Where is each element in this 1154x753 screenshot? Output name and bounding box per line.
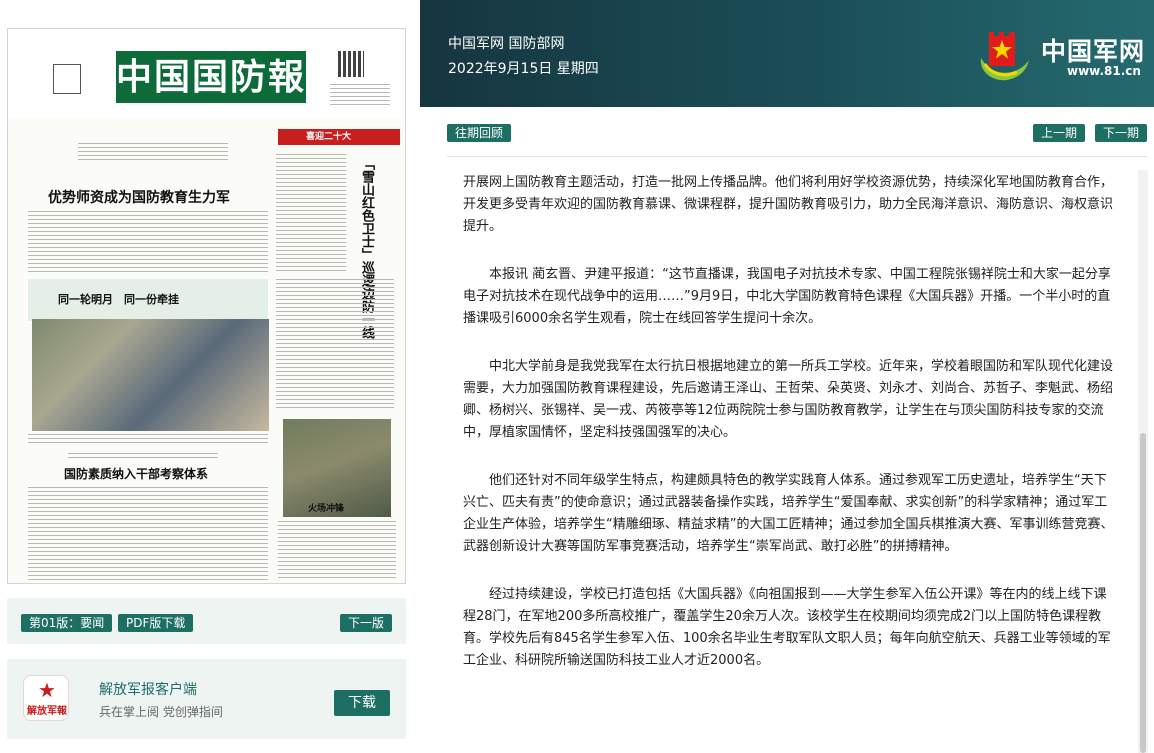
left-column: 中国国防報 优势师资成为国防教育生力军 喜迎二十大 「雪山红色卫士」巡逻边防一线… [0,0,420,753]
current-date: 2022年9月15日 星期四 [448,61,599,77]
site-header: 中国军网 国防部网 2022年9月15日 星期四 中国军网 www.81.cn [420,0,1154,107]
app-name-link[interactable]: 解放军报客户端 [99,679,197,699]
app-logo-text: 解放军報 [27,706,67,717]
newspaper-band-title: 同一轮明月 同一份牵挂 [58,293,179,306]
newspaper-bottom-headline: 国防素质纳入干部考察体系 [64,467,209,481]
site-name[interactable]: 中国军网 国防部网 [448,33,564,53]
article-body: 开展网上国防教育主题活动，打造一批网上传播品牌。他们将利用好学校资源优势，持续深… [447,166,1131,753]
newspaper-main-headline: 优势师资成为国防教育生力军 [48,190,230,206]
newspaper-text-column [276,154,346,272]
article-paragraph: 他们还针对不同年级学生特点，构建颇具特色的教学实践育人体系。通过参观军工历史遗址… [463,473,1114,554]
edition-button[interactable]: 第01版：要闻 [21,614,113,632]
81-star-emblem-icon [980,32,1029,81]
newspaper-photo-caption: 火场冲锋 [308,504,345,514]
newspaper-photo-caption-text [28,434,268,446]
newspaper-text-column [28,211,268,273]
newspaper-date-box [53,64,81,94]
newspaper-subheadline [68,453,218,461]
star-icon: ★ [38,678,56,702]
qr-code-icon [338,51,364,77]
pla-daily-app-icon[interactable]: ★ 解放军報 [23,675,69,721]
page: 中国国防報 优势师资成为国防教育生力军 喜迎二十大 「雪山红色卫士」巡逻边防一线… [0,0,1154,753]
article-paragraph: 开展网上国防教育主题活动，打造一批网上传播品牌。他们将利用好学校资源优势，持续深… [463,175,1114,234]
newspaper-issue-info [330,84,390,108]
app-description: 兵在掌上阅 党创弹指间 [99,705,223,719]
newspaper-photo [32,319,269,431]
logo-url: www.81.cn [1067,64,1141,78]
article-paragraph: 中北大学前身是我党我军在太行抗日根据地建立的第一所兵工学校。近年来，学校着眼国防… [463,359,1114,440]
newspaper-front-page-thumbnail[interactable]: 中国国防報 优势师资成为国防教育生力军 喜迎二十大 「雪山红色卫士」巡逻边防一线… [7,28,406,584]
newspaper-subheadline [78,143,228,161]
newspaper-red-banner: 喜迎二十大 [278,129,400,145]
newspaper-text-column [276,279,394,411]
prev-issue-button[interactable]: 上一期 [1033,124,1086,142]
scrollbar-thumb[interactable] [1140,433,1146,753]
pdf-download-button[interactable]: PDF版下载 [118,614,194,632]
next-edition-button[interactable]: 下一版 [340,614,393,632]
edition-nav-bar: 第01版：要闻 PDF版下载 下一版 [7,598,406,644]
article-paragraph: 本报讯 蔺玄晋、尹建平报道：“这节直播课，我国电子对抗技术专家、中国工程院张锡祥… [463,267,1111,326]
newspaper-title: 中国国防報 [116,51,306,103]
divider [447,156,1147,157]
issue-nav: 往期回顾 上一期 下一期 [447,124,1148,146]
archive-button[interactable]: 往期回顾 [447,124,512,142]
newspaper-text-column [28,487,268,581]
next-issue-button[interactable]: 下一期 [1095,124,1148,142]
site-logo[interactable]: 中国军网 www.81.cn [975,24,1154,86]
logo-title: 中国军网 [1041,37,1146,66]
newspaper-text-column [278,521,396,581]
app-promo-bar: ★ 解放军報 解放军报客户端 兵在掌上阅 党创弹指间 下载 [7,659,406,739]
article-paragraph: 经过持续建设，学校已打造包括《大国兵器》《向祖国报到——大学生参军入伍公开课》等… [463,587,1111,668]
app-download-button[interactable]: 下载 [334,690,390,716]
